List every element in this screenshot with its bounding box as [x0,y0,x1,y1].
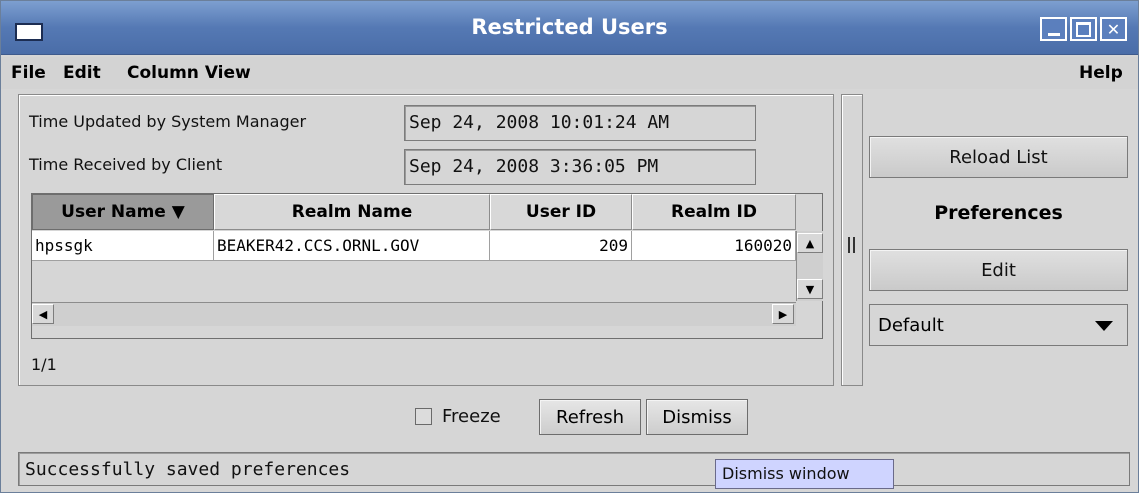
freeze-checkbox[interactable] [415,408,432,425]
minimize-icon[interactable] [1040,17,1067,41]
preferences-title: Preferences [934,202,1063,224]
menu-file[interactable]: File [11,63,46,83]
grip-line [848,237,850,253]
time-received-label: Time Received by Client [29,155,223,174]
chevron-down-icon[interactable] [1095,321,1113,331]
menu-column-view[interactable]: Column View [127,63,251,83]
preferences-select-value: Default [878,315,944,336]
users-table: User Name ▼ Realm Name User ID Realm ID … [31,193,823,339]
arrow-right-icon[interactable]: ▶ [772,304,794,324]
time-received-field: Sep 24, 2008 3:36:05 PM [404,149,756,185]
freeze-label: Freeze [442,406,501,427]
table-cell-user-name[interactable]: hpssgk [32,231,214,261]
arrow-left-icon[interactable]: ◀ [32,304,54,324]
column-header-user-name[interactable]: User Name ▼ [32,194,214,230]
window-title: Restricted Users [471,15,668,39]
arrow-down-icon[interactable]: ▼ [797,279,823,299]
restricted-users-window: Restricted Users ✕ File Edit Column View… [0,0,1139,493]
users-panel: Time Updated by System Manager Sep 24, 2… [18,94,834,386]
maximize-icon[interactable] [1070,17,1097,41]
preferences-panel: Reload List Preferences Edit Default [867,94,1132,386]
split-pane-divider[interactable] [841,94,863,386]
table-cell-realm-id[interactable]: 160020 [632,231,796,261]
column-header-realm-id[interactable]: Realm ID [632,194,796,230]
dismiss-button[interactable]: Dismiss [646,399,748,435]
time-updated-label: Time Updated by System Manager [29,112,307,131]
close-icon[interactable]: ✕ [1100,17,1127,41]
row-count: 1/1 [31,355,57,374]
table-cell-realm-name[interactable]: BEAKER42.CCS.ORNL.GOV [214,231,490,261]
title-bar[interactable]: Restricted Users ✕ [1,1,1138,55]
horizontal-scrollbar[interactable]: ◀ ▶ [32,302,796,326]
column-header-realm-name[interactable]: Realm Name [214,194,490,230]
preferences-select[interactable]: Default [869,304,1128,346]
vertical-scrollbar[interactable]: ▲ ▼ [796,231,823,301]
column-header-user-id[interactable]: User ID [490,194,632,230]
table-cell-user-id[interactable]: 209 [490,231,632,261]
arrow-up-icon[interactable]: ▲ [797,233,823,253]
refresh-button[interactable]: Refresh [539,399,641,435]
menu-bar: File Edit Column View Help [1,57,1138,89]
menu-help[interactable]: Help [1079,63,1123,83]
menu-edit[interactable]: Edit [63,63,101,83]
grip-line [853,237,855,253]
edit-preferences-button[interactable]: Edit [869,249,1128,291]
reload-list-button[interactable]: Reload List [869,136,1128,178]
status-bar: Successfully saved preferences [18,452,1130,486]
dismiss-tooltip: Dismiss window [715,459,894,489]
time-updated-field: Sep 24, 2008 10:01:24 AM [404,105,756,141]
